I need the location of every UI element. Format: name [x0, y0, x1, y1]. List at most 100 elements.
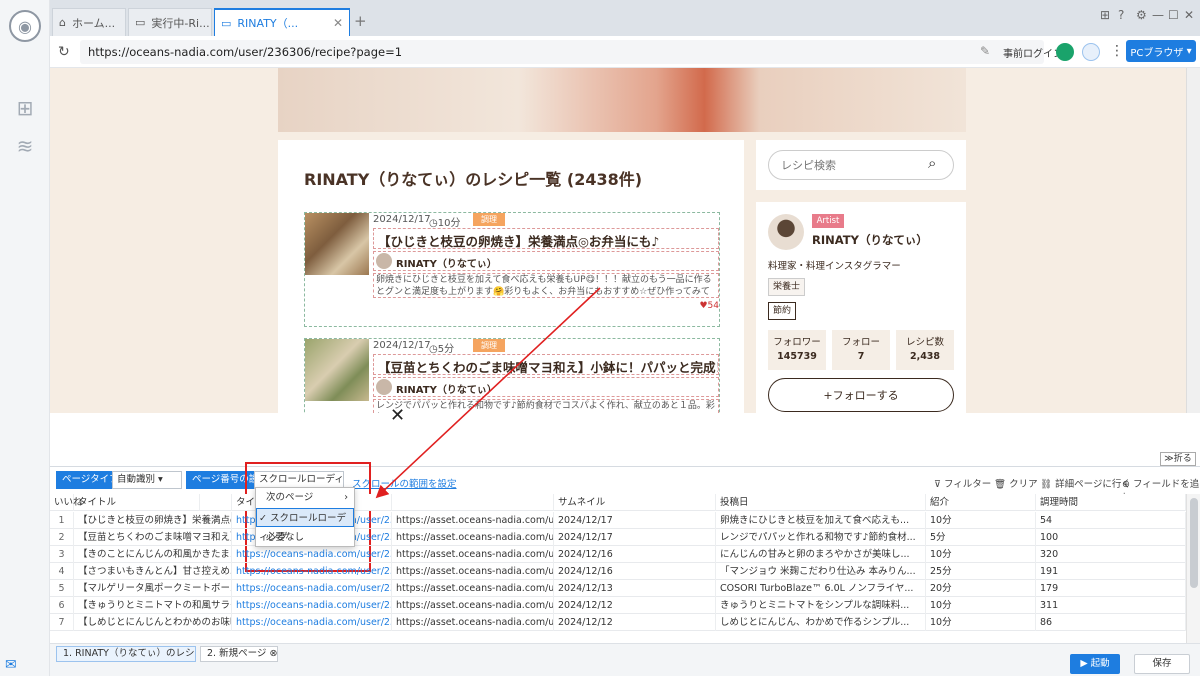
stat-following[interactable]: フォロー 7 [832, 330, 890, 370]
dropdown-item-scroll-loading[interactable]: ✓ スクロールローディング [256, 508, 354, 543]
table-cell[interactable]: 191 [1036, 563, 1186, 580]
table-cell[interactable]: 【ひじきと枝豆の卵焼き】栄養満点◎お弁... [74, 512, 232, 529]
column-header[interactable]: 投稿日 [716, 494, 926, 511]
page-number-dropdown[interactable]: 次のページ › ✓ スクロールローディング 必要なし [255, 487, 355, 547]
column-header[interactable]: 紹介 [926, 494, 1036, 511]
recipe-item[interactable]: 2024/12/17 ◷5分 調理 【豆苗とちくわのごま味噌マヨ和え】小鉢に！パ… [304, 338, 720, 413]
table-cell[interactable]: https://oceans-nadia.com/user/236306/rec… [232, 546, 392, 563]
recipe-title[interactable]: 【ひじきと枝豆の卵焼き】栄養満点◎お弁当にも♪ [373, 228, 719, 249]
table-cell[interactable]: 2024/12/13 [554, 580, 716, 597]
table-cell[interactable]: 10分 [926, 546, 1036, 563]
profile-tag[interactable]: 栄養士 [768, 278, 806, 296]
detail-page-button[interactable]: ⛓ 詳細ページに行く [1040, 476, 1131, 490]
column-header[interactable] [392, 494, 554, 511]
search-icon[interactable]: ⌕ [928, 154, 936, 172]
table-cell[interactable]: 179 [1036, 580, 1186, 597]
column-header[interactable]: いいね [50, 494, 200, 511]
table-cell[interactable]: 2024/12/17 [554, 512, 716, 529]
table-scrollbar[interactable] [1186, 494, 1200, 644]
table-cell[interactable]: https://asset.oceans-nadia.com/upload/sa… [392, 614, 554, 631]
table-cell[interactable]: 【きのことにんじんの和風かきたまスープ... [74, 546, 232, 563]
table-cell[interactable]: 3 [50, 546, 74, 563]
table-cell[interactable]: 2 [50, 529, 74, 546]
like-count[interactable]: ♥54 [699, 301, 719, 311]
table-cell[interactable]: 5分 [926, 529, 1036, 546]
table-cell[interactable]: 54 [1036, 512, 1186, 529]
save-button[interactable]: 保存 [1134, 654, 1190, 674]
table-cell[interactable]: https://asset.oceans-nadia.com/upload/sa… [392, 546, 554, 563]
run-button[interactable]: ▶ 起動 [1070, 654, 1120, 674]
layers-icon[interactable]: ≋ [13, 134, 37, 158]
close-icon[interactable]: ✕ [333, 16, 343, 30]
recipe-thumbnail[interactable] [305, 339, 369, 401]
table-cell[interactable]: https://oceans-nadia.com/user/236306/rec… [232, 597, 392, 614]
table-cell[interactable]: 6 [50, 597, 74, 614]
table-cell[interactable]: https://asset.oceans-nadia.com/upload/sa… [392, 529, 554, 546]
user-icon[interactable] [1082, 43, 1100, 61]
edit-icon[interactable]: ✎ [980, 44, 990, 58]
tab-rinaty[interactable]: ▭ RINATY（... ✕ [214, 8, 350, 36]
prelogin-button[interactable]: 事前ログイン [1003, 45, 1063, 60]
table-cell[interactable]: 2024/12/16 [554, 546, 716, 563]
table-cell[interactable]: 4 [50, 563, 74, 580]
pc-browser-button[interactable]: PCブラウザ ▾ [1126, 40, 1196, 62]
table-cell[interactable]: https://asset.oceans-nadia.com/upload/sa… [392, 580, 554, 597]
column-header[interactable]: 調理時間 [1036, 494, 1186, 511]
page-tab-2[interactable]: 2. 新規ページ ⊗ [200, 646, 278, 662]
table-cell[interactable]: https://oceans-nadia.com/user/236306/rec… [232, 580, 392, 597]
status-green-icon[interactable] [1056, 43, 1074, 61]
recipe-author[interactable]: RINATY（りなてぃ） [373, 377, 719, 397]
table-cell[interactable]: 【豆苗とちくわのごま味噌マヨ和え】小鉢... [74, 529, 232, 546]
fold-button[interactable]: ≫折る [1160, 452, 1196, 466]
table-cell[interactable]: 7 [50, 614, 74, 631]
table-cell[interactable]: 86 [1036, 614, 1186, 631]
search-input[interactable] [768, 150, 954, 180]
table-cell[interactable]: https://asset.oceans-nadia.com/upload/sa… [392, 597, 554, 614]
filter-button[interactable]: ⊽ フィルター [934, 476, 991, 490]
maximize-icon[interactable]: ☐ [1168, 8, 1179, 22]
table-cell[interactable]: https://oceans-nadia.com/user/236306/rec… [232, 563, 392, 580]
table-cell[interactable]: きゅうりとミニトマトをシンプルな調味料... [716, 597, 926, 614]
table-cell[interactable]: COSORI TurboBlaze™ 6.0L ノンフライヤ... [716, 580, 926, 597]
table-cell[interactable]: 2024/12/17 [554, 529, 716, 546]
column-header[interactable]: サムネイル [554, 494, 716, 511]
page-tab-1[interactable]: 1. RINATY（りなてぃ）のレシピ... [56, 646, 196, 662]
table-cell[interactable]: 2024/12/12 [554, 614, 716, 631]
table-cell[interactable]: 【マルゲリータ風ポークミートボール】オ... [74, 580, 232, 597]
table-cell[interactable]: 1 [50, 512, 74, 529]
help-icon[interactable]: ? [1118, 8, 1124, 22]
tab-running[interactable]: ▭ 実行中-Ri... ✕ [128, 8, 212, 36]
profile-tag[interactable]: 節約 [768, 302, 797, 320]
profile-name[interactable]: RINATY（りなてぃ） [812, 232, 928, 248]
table-cell[interactable]: しめじとにんじん、わかめで作るシンプル... [716, 614, 926, 631]
recipe-item[interactable]: 2024/12/17 ◷10分 調理 【ひじきと枝豆の卵焼き】栄養満点◎お弁当に… [304, 212, 720, 327]
table-cell[interactable]: https://asset.oceans-nadia.com/upload/sa… [392, 563, 554, 580]
recipe-author[interactable]: RINATY（りなてぃ） [373, 251, 719, 271]
minimize-icon[interactable]: — [1152, 8, 1164, 22]
follow-button[interactable]: +フォローする [768, 378, 954, 412]
scroll-thumb[interactable] [1190, 498, 1198, 588]
dropdown-item-none[interactable]: 必要なし [256, 528, 354, 547]
table-cell[interactable]: https://oceans-nadia.com/user/236306/rec… [232, 614, 392, 631]
page-type-select[interactable]: 自動識別 ▾ [112, 471, 182, 489]
table-cell[interactable]: 311 [1036, 597, 1186, 614]
gift-icon[interactable]: ⊞ [1100, 8, 1110, 22]
clear-button[interactable]: 🗑 クリア [994, 476, 1038, 490]
new-tab-icon[interactable]: + [354, 12, 367, 30]
webview-scrollbar[interactable] [1186, 68, 1200, 413]
gear-icon[interactable]: ⚙ [1136, 8, 1147, 22]
dropdown-item-next-page[interactable]: 次のページ › [256, 488, 354, 507]
table-cell[interactable]: 「マンジョウ 米麹こだわり仕込み 本みりん... [716, 563, 926, 580]
table-cell[interactable]: にんじんの甘みと卵のまろやかさが美味し... [716, 546, 926, 563]
avatar[interactable] [768, 214, 804, 250]
table-cell[interactable]: 20分 [926, 580, 1036, 597]
table-cell[interactable]: 卵焼きにひじきと枝豆を加えて食べ応えも... [716, 512, 926, 529]
table-cell[interactable]: 【しめじとにんじんとわかめのお味噌汁】... [74, 614, 232, 631]
stat-recipes[interactable]: レシピ数 2,438 [896, 330, 954, 370]
table-cell[interactable]: 10分 [926, 512, 1036, 529]
more-icon[interactable]: ⋮ [1110, 43, 1124, 59]
table-cell[interactable]: 5 [50, 580, 74, 597]
table-cell[interactable]: 2024/12/16 [554, 563, 716, 580]
stat-followers[interactable]: フォロワー 145739 [768, 330, 826, 370]
tab-home[interactable]: ⌂ ホーム... [52, 8, 126, 36]
